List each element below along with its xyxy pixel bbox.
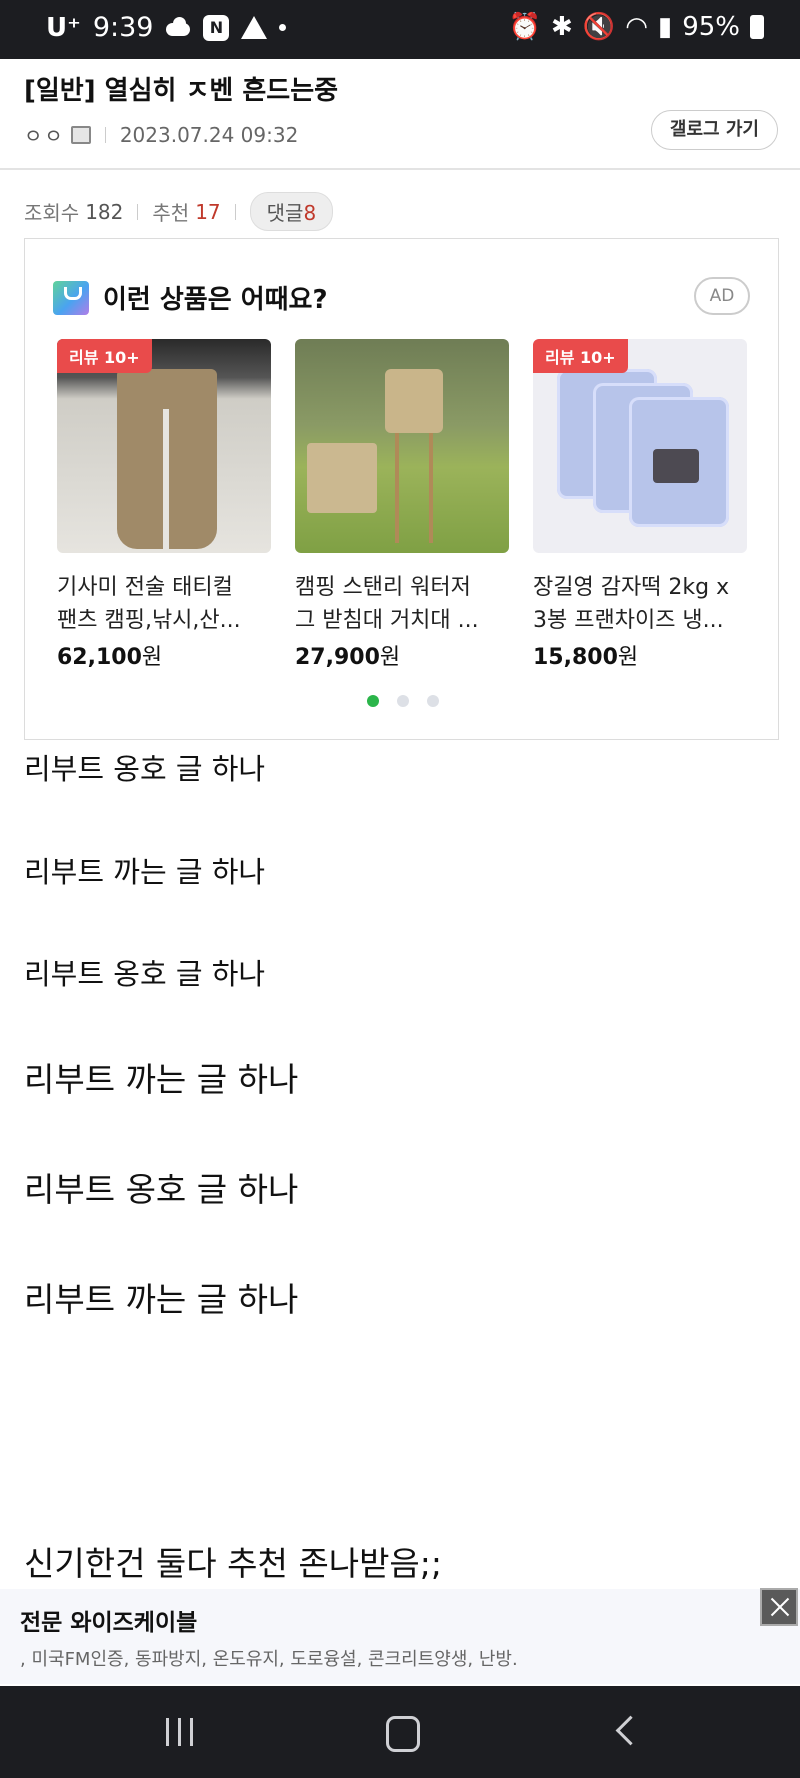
- product-name-line: 3봉 프랜차이즈 냉...: [533, 608, 724, 633]
- cloud-icon: [165, 15, 191, 41]
- product-card[interactable]: 리뷰 10+ 기사미 전술 태티컬 팬츠 캠핑,낚시,산... 62,100원: [57, 339, 271, 671]
- price-value: 15,800: [533, 645, 618, 670]
- product-image[interactable]: 리뷰 10+: [533, 339, 747, 553]
- product-name-line: 캠핑 스탠리 워터저: [295, 575, 471, 600]
- alarm-icon: ⏰: [508, 12, 542, 42]
- views-count: 182: [85, 199, 124, 224]
- post-datetime: 2023.07.24 09:32: [119, 122, 299, 147]
- product-image[interactable]: 리뷰 10+: [57, 339, 271, 553]
- product-ad-box: 이런 상품은 어때요? AD 리뷰 10+ 기사미 전술 태티컬 팬츠 캠핑,낚…: [24, 238, 779, 740]
- product-carousel[interactable]: 리뷰 10+ 기사미 전술 태티컬 팬츠 캠핑,낚시,산... 62,100원 …: [57, 339, 747, 671]
- close-icon[interactable]: [760, 1588, 798, 1626]
- post-title: [일반] 열심히 ㅈ벤 흔드는중: [24, 76, 339, 106]
- body-text-line: 리부트 까는 글 하나: [24, 855, 266, 889]
- body-text-line: 리부트 옹호 글 하나: [24, 1170, 299, 1209]
- pager-dot[interactable]: [396, 695, 409, 707]
- wifi-icon: ◠: [625, 12, 648, 42]
- warning-icon: [241, 16, 268, 39]
- stand-image: [395, 433, 433, 543]
- review-badge: 리뷰 10+: [533, 339, 628, 373]
- body-text-line: 리부트 까는 글 하나: [24, 1060, 299, 1099]
- price-value: 62,100: [57, 645, 142, 670]
- banner-title[interactable]: 전문 와이즈케이블: [20, 1603, 197, 1637]
- n-badge-icon: N: [203, 14, 230, 41]
- product-price: 15,800원: [533, 639, 747, 671]
- bottom-banner-ad[interactable]: 전문 와이즈케이블 , 미국FM인증, 동파방지, 온도유지, 도로융설, 콘크…: [0, 1588, 800, 1684]
- product-name-line: 팬츠 캠핑,낚시,산...: [57, 608, 241, 633]
- body-text-line: 리부트 옹호 글 하나: [24, 752, 266, 786]
- signal-icon: ▮: [657, 12, 673, 42]
- product-price: 62,100원: [57, 639, 271, 671]
- shopping-bag-icon: [53, 280, 89, 315]
- product-name[interactable]: 기사미 전술 태티컬 팬츠 캠핑,낚시,산...: [57, 571, 271, 637]
- stats-divider: [137, 203, 139, 220]
- package-label-image: [653, 449, 699, 483]
- stats-divider: [234, 203, 236, 220]
- author-name[interactable]: ㅇㅇ: [24, 120, 65, 149]
- product-name[interactable]: 캠핑 스탠리 워터저 그 받침대 거치대 ...: [295, 571, 509, 637]
- meta-divider: [104, 126, 106, 143]
- pager-dot-active[interactable]: [366, 695, 379, 707]
- ad-heading-text: 이런 상품은 어때요?: [103, 285, 328, 315]
- body-text-line: 신기한건 둘다 추천 존나받음;;: [24, 1544, 443, 1583]
- product-price: 27,900원: [295, 639, 509, 671]
- comments-count: 8: [303, 201, 317, 225]
- water-jug-image: [385, 369, 443, 433]
- recent-apps-icon[interactable]: [160, 1714, 200, 1750]
- carousel-pager: [25, 695, 780, 707]
- post-meta: ㅇㅇ 2023.07.24 09:32: [24, 120, 298, 149]
- price-currency: 원: [617, 645, 639, 670]
- price-value: 27,900: [295, 645, 380, 670]
- comments-button[interactable]: 댓글8: [249, 192, 334, 231]
- body-text-line: 리부트 옹호 글 하나: [24, 957, 266, 991]
- product-card[interactable]: 리뷰 10+ 장길영 감자떡 2kg x 3봉 프랜차이즈 냉... 15,80…: [533, 339, 747, 671]
- cooler-image: [307, 443, 377, 513]
- system-navigation-bar: [0, 1686, 800, 1778]
- ad-badge[interactable]: AD: [694, 277, 750, 315]
- product-name-line: 장길영 감자떡 2kg x: [533, 575, 730, 600]
- battery-icon: [750, 15, 764, 39]
- product-image[interactable]: [295, 339, 509, 553]
- product-name-line: 그 받침대 거치대 ...: [295, 608, 479, 633]
- mute-icon: 🔇: [582, 12, 616, 42]
- back-icon[interactable]: [610, 1714, 650, 1750]
- price-currency: 원: [379, 645, 401, 670]
- pager-dot[interactable]: [426, 695, 439, 707]
- battery-level: 95%: [682, 12, 740, 42]
- comments-label: 댓글: [266, 201, 304, 225]
- review-badge: 리뷰 10+: [57, 339, 152, 373]
- gallog-button[interactable]: 갤로그 가기: [650, 110, 778, 150]
- product-card[interactable]: 캠핑 스탠리 워터저 그 받침대 거치대 ... 27,900원: [295, 339, 509, 671]
- status-bar: U⁺ 9:39 N ⏰ ✱ 🔇 ◠ ▮ 95%: [0, 0, 800, 59]
- clock: 9:39: [92, 12, 154, 43]
- header-divider: [0, 168, 800, 170]
- banner-description: , 미국FM인증, 동파방지, 온도유지, 도로융설, 콘크리트양생, 난방.: [20, 1649, 518, 1670]
- views-label: 조회수: [24, 201, 80, 225]
- product-name-line: 기사미 전술 태티컬: [57, 575, 233, 600]
- recommend-count: 17: [195, 199, 221, 224]
- body-text-line: 리부트 까는 글 하나: [24, 1280, 299, 1319]
- product-name[interactable]: 장길영 감자떡 2kg x 3봉 프랜차이즈 냉...: [533, 571, 747, 637]
- dot-icon: [279, 24, 287, 31]
- ad-heading: 이런 상품은 어때요?: [53, 279, 328, 316]
- carrier-label: U⁺: [46, 12, 81, 43]
- pants-image: [117, 369, 217, 549]
- bluetooth-icon: ✱: [551, 12, 573, 42]
- price-currency: 원: [141, 645, 163, 670]
- gallog-user-icon: [70, 125, 91, 144]
- post-stats: 조회수 182 추천 17 댓글8: [24, 192, 334, 231]
- home-icon[interactable]: [382, 1714, 422, 1752]
- recommend-label: 추천: [152, 201, 190, 225]
